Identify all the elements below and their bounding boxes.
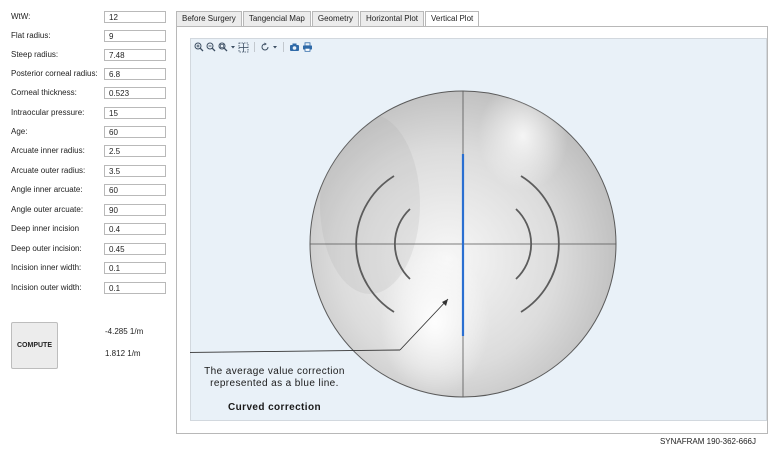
param-row-age: Age: xyxy=(11,126,171,139)
tab-geometry[interactable]: Geometry xyxy=(311,11,359,26)
param-label: Arcuate inner radius: xyxy=(11,146,85,155)
rotate-icon[interactable] xyxy=(260,41,270,53)
incision-inner-width-input[interactable] xyxy=(104,262,166,274)
tab-before-surgery[interactable]: Before Surgery xyxy=(176,11,242,26)
param-label: Age: xyxy=(11,127,28,136)
param-label: Posterior corneal radius: xyxy=(11,69,98,78)
param-label: WtW: xyxy=(11,12,31,21)
arcuate-outer-radius-input[interactable] xyxy=(104,165,166,177)
result-value-first: -4.285 1/m xyxy=(105,327,144,336)
intraocular-pressure-input[interactable] xyxy=(104,107,166,119)
param-label: Deep outer incision: xyxy=(11,244,82,253)
toolbar-divider xyxy=(254,42,255,52)
rotate-dropdown-icon[interactable] xyxy=(272,41,278,53)
param-label: Steep radius: xyxy=(11,50,59,59)
posterior-corneal-radius-input[interactable] xyxy=(104,68,166,80)
param-row-arcuate-inner-radius: Arcuate inner radius: xyxy=(11,145,171,158)
flat-radius-input[interactable] xyxy=(104,30,166,42)
annotation-text: The average value correction represented… xyxy=(192,366,357,390)
deep-outer-incision-input[interactable] xyxy=(104,243,166,255)
angle-inner-arcuate-input[interactable] xyxy=(104,184,166,196)
param-row-intraocular-pressure: Intraocular pressure: xyxy=(11,107,171,120)
param-row-wtw: WtW: xyxy=(11,11,171,24)
param-label: Flat radius: xyxy=(11,31,51,40)
deep-inner-incision-input[interactable] xyxy=(104,223,166,235)
annotation-line-2: represented as a blue line. xyxy=(210,378,339,389)
compute-button[interactable]: COMPUTE xyxy=(11,322,58,369)
result-value-second: 1.812 1/m xyxy=(105,349,141,358)
param-label: Incision outer width: xyxy=(11,283,82,292)
param-label: Angle outer arcuate: xyxy=(11,205,84,214)
angle-outer-arcuate-input[interactable] xyxy=(104,204,166,216)
param-label: Angle inner arcuate: xyxy=(11,185,83,194)
zoom-dropdown-icon[interactable] xyxy=(230,41,236,53)
param-label: Intraocular pressure: xyxy=(11,108,85,117)
param-label: Corneal thickness: xyxy=(11,88,77,97)
zoom-out-icon[interactable] xyxy=(206,41,216,53)
zoom-extents-icon[interactable] xyxy=(238,41,249,53)
tab-vertical-plot[interactable]: Vertical Plot xyxy=(425,11,480,27)
zoom-in-icon[interactable] xyxy=(194,41,204,53)
camera-icon[interactable] xyxy=(289,41,300,53)
param-row-posterior-corneal-radius: Posterior corneal radius: xyxy=(11,68,171,81)
footer-serial: SYNAFRAM 190-362-666J xyxy=(659,437,756,446)
wtw-input[interactable] xyxy=(104,11,166,23)
param-row-incision-inner-width: Incision inner width: xyxy=(11,262,171,275)
tab-horizontal-plot[interactable]: Horizontal Plot xyxy=(359,11,425,26)
incision-outer-width-input[interactable] xyxy=(104,282,166,294)
param-label: Incision inner width: xyxy=(11,263,82,272)
steep-radius-input[interactable] xyxy=(104,49,166,61)
arcuate-inner-radius-input[interactable] xyxy=(104,145,166,157)
age-input[interactable] xyxy=(104,126,166,138)
tab-bar: Before Surgery Tangencial Map Geometry H… xyxy=(176,11,480,27)
param-row-angle-outer-arcuate: Angle outer arcuate: xyxy=(11,204,171,217)
annotation-line-1: The average value correction xyxy=(204,366,345,377)
param-row-flat-radius: Flat radius: xyxy=(11,30,171,43)
param-label: Deep inner incision xyxy=(11,224,80,233)
param-row-deep-inner-incision: Deep inner incision xyxy=(11,223,171,236)
annotation-title: Curved correction xyxy=(228,402,321,413)
plot-toolbar xyxy=(194,40,313,54)
param-row-corneal-thickness: Corneal thickness: xyxy=(11,87,171,100)
param-label: Arcuate outer radius: xyxy=(11,166,86,175)
param-row-angle-inner-arcuate: Angle inner arcuate: xyxy=(11,184,171,197)
toolbar-divider xyxy=(283,42,284,52)
print-icon[interactable] xyxy=(302,41,313,53)
param-row-steep-radius: Steep radius: xyxy=(11,49,171,62)
param-row-arcuate-outer-radius: Arcuate outer radius: xyxy=(11,165,171,178)
tab-tangencial-map[interactable]: Tangencial Map xyxy=(242,11,311,26)
param-row-deep-outer-incision: Deep outer incision: xyxy=(11,243,171,256)
param-row-incision-outer-width: Incision outer width: xyxy=(11,282,171,295)
zoom-box-icon[interactable] xyxy=(218,41,228,53)
corneal-thickness-input[interactable] xyxy=(104,87,166,99)
